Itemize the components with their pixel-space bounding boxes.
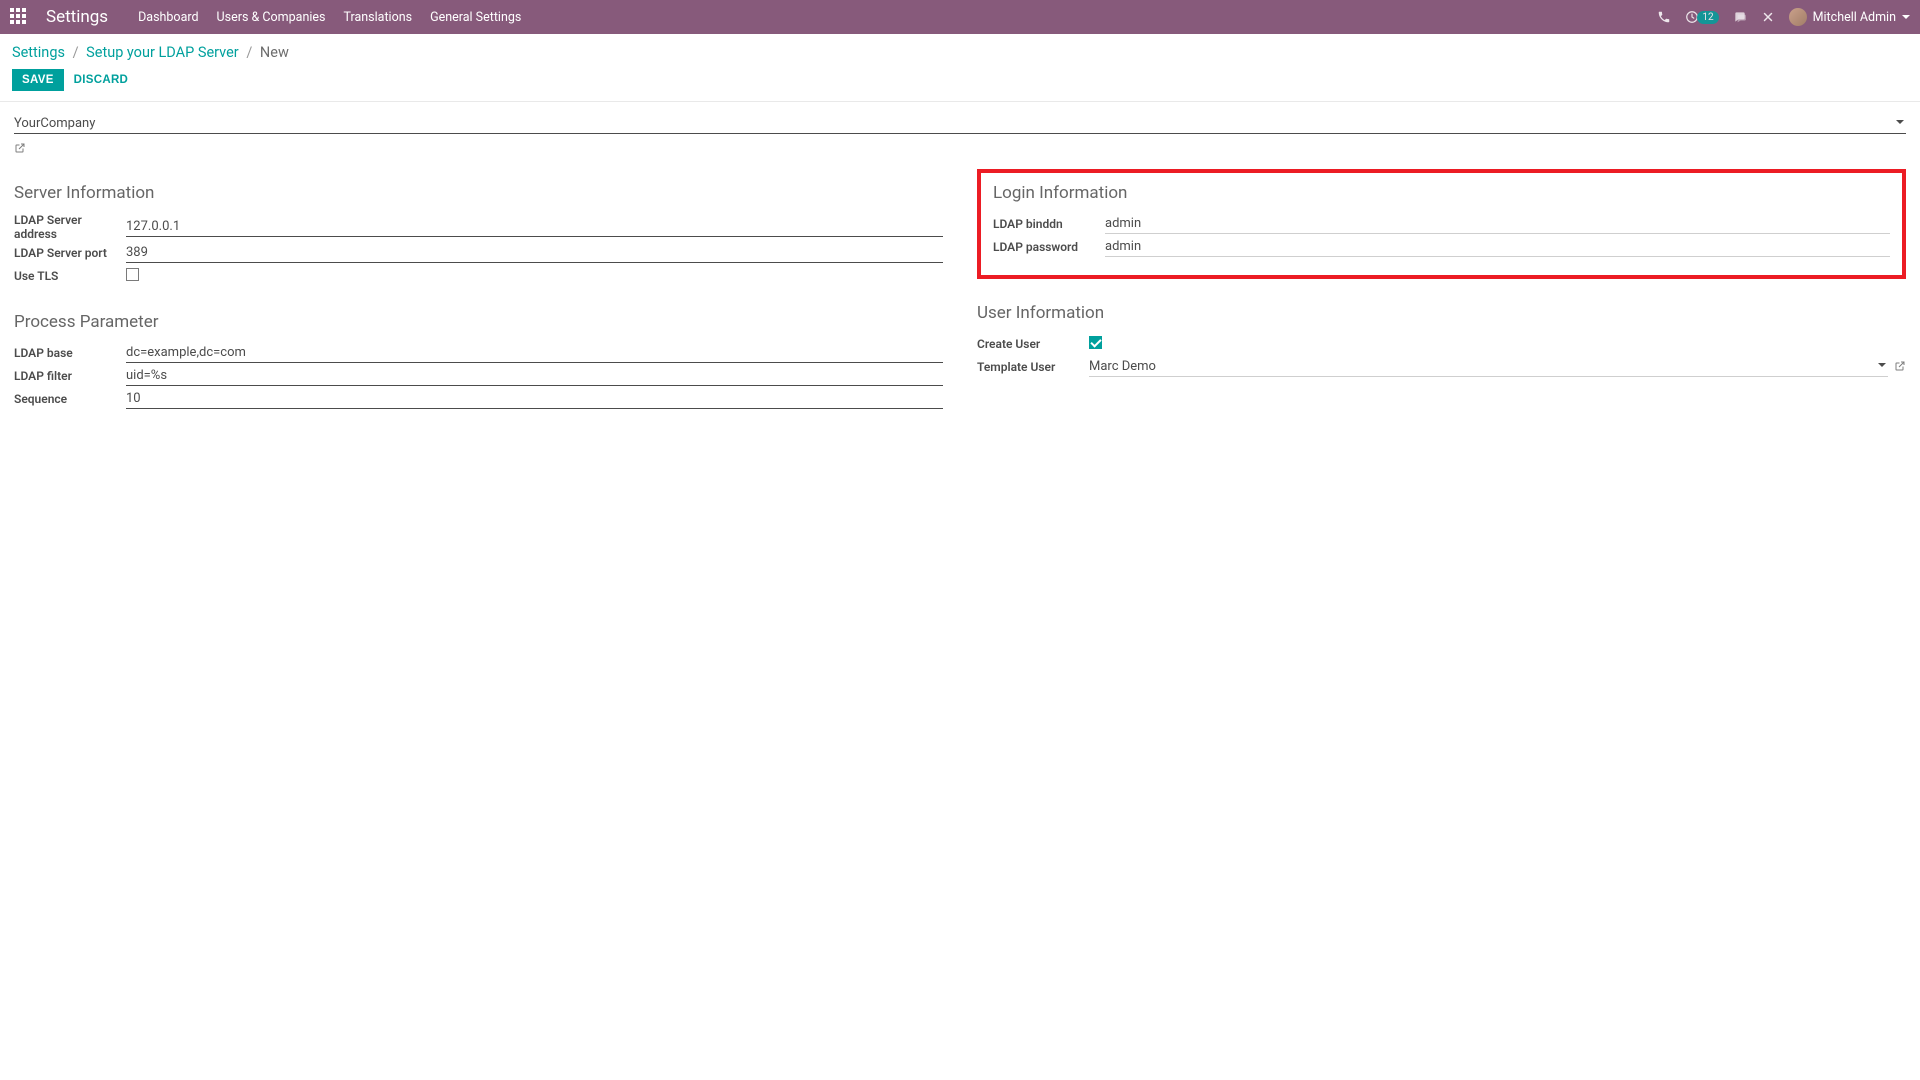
nav-link-dashboard[interactable]: Dashboard [138, 10, 198, 25]
activity-badge: 12 [1697, 11, 1718, 24]
messages-icon[interactable] [1733, 10, 1747, 24]
phone-icon[interactable] [1657, 10, 1671, 24]
row-ldap-base: LDAP base [14, 342, 943, 364]
nav-links: Dashboard Users & Companies Translations… [138, 10, 521, 25]
label-use-tls: Use TLS [14, 269, 126, 283]
breadcrumb-current: New [260, 44, 289, 61]
input-server-port[interactable] [126, 243, 943, 263]
label-server-address: LDAP Server address [14, 213, 126, 241]
label-password: LDAP password [993, 240, 1105, 254]
external-link-icon[interactable] [14, 142, 26, 157]
company-input[interactable] [14, 114, 1906, 134]
row-binddn: LDAP binddn [993, 213, 1890, 235]
navbar: Settings Dashboard Users & Companies Tra… [0, 0, 1920, 34]
label-ldap-base: LDAP base [14, 346, 126, 360]
avatar [1789, 8, 1807, 26]
row-sequence: Sequence [14, 388, 943, 410]
app-title[interactable]: Settings [46, 7, 108, 27]
input-sequence[interactable] [126, 389, 943, 409]
input-ldap-filter[interactable] [126, 366, 943, 386]
input-template-user[interactable] [1089, 357, 1888, 377]
external-link-icon[interactable] [1894, 360, 1906, 375]
label-server-port: LDAP Server port [14, 246, 126, 260]
nav-link-general-settings[interactable]: General Settings [430, 10, 521, 25]
chevron-down-icon [1902, 15, 1910, 19]
row-ldap-filter: LDAP filter [14, 365, 943, 387]
left-column: Server Information LDAP Server address L… [14, 173, 943, 411]
label-binddn: LDAP binddn [993, 217, 1105, 231]
breadcrumb-ldap-list[interactable]: Setup your LDAP Server [86, 44, 239, 61]
row-password: LDAP password [993, 236, 1890, 258]
navbar-right: 12 Mitchell Admin [1657, 8, 1910, 26]
save-button[interactable]: Save [12, 69, 64, 91]
section-process-parameter: Process Parameter [14, 312, 943, 332]
section-server-info: Server Information [14, 183, 943, 203]
row-template-user: Template User [977, 356, 1906, 378]
right-column: Login Information LDAP binddn LDAP passw… [977, 173, 1906, 411]
company-field [14, 114, 1906, 157]
apps-icon[interactable] [10, 8, 28, 26]
row-server-port: LDAP Server port [14, 242, 943, 264]
control-panel-buttons: Save Discard [12, 69, 1908, 91]
label-create-user: Create User [977, 337, 1089, 351]
breadcrumb: Settings / Setup your LDAP Server / New [12, 44, 1908, 61]
input-ldap-base[interactable] [126, 343, 943, 363]
user-name: Mitchell Admin [1813, 10, 1896, 25]
nav-link-translations[interactable]: Translations [343, 10, 412, 25]
checkbox-use-tls[interactable] [126, 268, 139, 281]
login-info-highlight: Login Information LDAP binddn LDAP passw… [977, 169, 1906, 279]
checkbox-create-user[interactable] [1089, 336, 1102, 349]
navbar-left: Settings Dashboard Users & Companies Tra… [10, 7, 521, 27]
control-panel: Settings / Setup your LDAP Server / New … [0, 34, 1920, 102]
input-password[interactable] [1105, 237, 1890, 257]
section-user-info: User Information [977, 303, 1906, 323]
form-sheet: Server Information LDAP Server address L… [0, 102, 1920, 451]
input-binddn[interactable] [1105, 214, 1890, 234]
close-icon[interactable] [1761, 10, 1775, 24]
row-create-user: Create User [977, 333, 1906, 355]
breadcrumb-settings[interactable]: Settings [12, 44, 65, 61]
input-server-address[interactable] [126, 217, 943, 237]
label-sequence: Sequence [14, 392, 126, 406]
discard-button[interactable]: Discard [74, 74, 129, 86]
row-server-address: LDAP Server address [14, 213, 943, 241]
form-columns: Server Information LDAP Server address L… [14, 173, 1906, 411]
section-login-info: Login Information [993, 183, 1890, 203]
nav-link-users-companies[interactable]: Users & Companies [217, 10, 326, 25]
label-ldap-filter: LDAP filter [14, 369, 126, 383]
activity-icon[interactable]: 12 [1685, 10, 1718, 24]
user-menu[interactable]: Mitchell Admin [1789, 8, 1910, 26]
row-use-tls: Use TLS [14, 265, 943, 287]
label-template-user: Template User [977, 360, 1089, 374]
